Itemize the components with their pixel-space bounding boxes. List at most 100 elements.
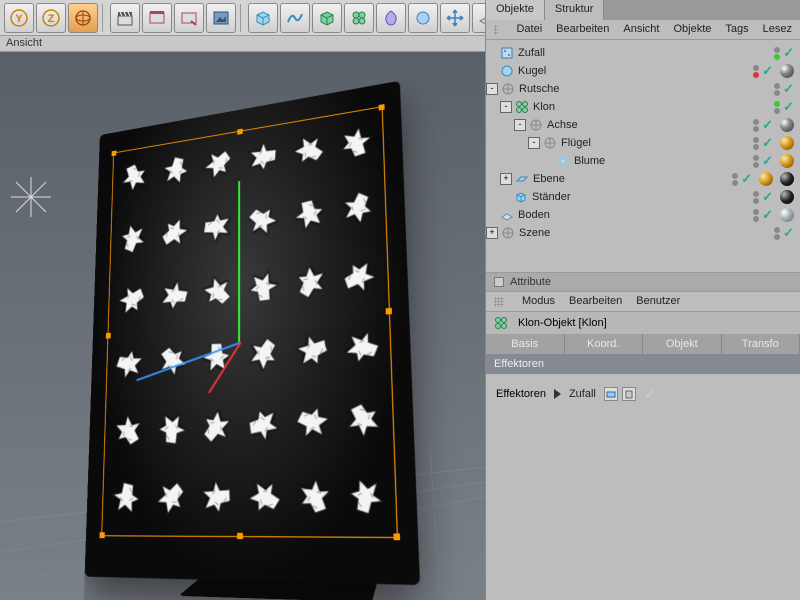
enabled-check-icon[interactable]: ✓ bbox=[762, 153, 773, 169]
viewport[interactable] bbox=[0, 52, 485, 600]
tree-item-label: Rutsche bbox=[519, 83, 559, 95]
menu-lesez[interactable]: Lesez bbox=[763, 23, 792, 36]
separator bbox=[102, 4, 106, 32]
world-button[interactable] bbox=[68, 3, 98, 33]
effector-item[interactable]: Zufall ✓ bbox=[569, 384, 657, 404]
effector-delete-icon[interactable] bbox=[622, 387, 636, 401]
tree-row[interactable]: Zufall✓ bbox=[486, 44, 800, 62]
vis-dots[interactable] bbox=[774, 47, 780, 60]
enabled-check-icon[interactable]: ✓ bbox=[762, 63, 773, 79]
tree-item-label: Blume bbox=[574, 155, 605, 167]
enabled-check-icon[interactable]: ✓ bbox=[783, 81, 794, 97]
effector-body: Effektoren Zufall ✓ bbox=[486, 374, 800, 414]
effector-enabled-check[interactable]: ✓ bbox=[644, 384, 657, 404]
vis-dots[interactable] bbox=[774, 101, 780, 114]
floor-icon bbox=[500, 208, 514, 222]
board-object[interactable] bbox=[85, 81, 421, 586]
tree-row[interactable]: +Ebene✓ bbox=[486, 170, 800, 188]
expander-icon[interactable]: + bbox=[500, 173, 512, 185]
axis-z-button[interactable]: Z bbox=[36, 3, 66, 33]
tree-item-label: Kugel bbox=[518, 65, 546, 77]
enabled-check-icon[interactable]: ✓ bbox=[762, 189, 773, 205]
enabled-check-icon[interactable]: ✓ bbox=[762, 117, 773, 133]
collapse-icon[interactable] bbox=[494, 277, 504, 287]
axis-y-button[interactable]: Y bbox=[4, 3, 34, 33]
clone-shape bbox=[275, 383, 351, 462]
expand-triangle-icon[interactable] bbox=[554, 389, 561, 399]
attr-tab-basis[interactable]: Basis bbox=[486, 334, 565, 354]
tree-row[interactable]: Ständer ✓ bbox=[486, 188, 800, 206]
tree-item-label: Ständer bbox=[532, 191, 571, 203]
attr-tab-koord[interactable]: Koord. bbox=[565, 334, 644, 354]
menu-modus[interactable]: Modus bbox=[522, 295, 555, 308]
expander-icon[interactable]: - bbox=[500, 101, 512, 113]
material-tag[interactable] bbox=[780, 154, 794, 168]
menu-ansicht[interactable]: Ansicht bbox=[623, 23, 659, 36]
mograph-button[interactable] bbox=[344, 3, 374, 33]
nurbs-button[interactable] bbox=[312, 3, 342, 33]
tree-item-label: Szene bbox=[519, 227, 550, 239]
attr-tab-objekt[interactable]: Objekt bbox=[643, 334, 722, 354]
vis-dots[interactable] bbox=[753, 155, 759, 168]
clone-shape bbox=[232, 185, 294, 257]
expander-icon[interactable]: - bbox=[486, 83, 498, 95]
tree-row[interactable]: + Szene ✓ bbox=[486, 224, 800, 242]
plane-icon bbox=[515, 172, 529, 186]
object-tree[interactable]: Zufall✓Kugel✓-Rutsche✓-Klon✓-Achse✓-Flüg… bbox=[486, 40, 800, 272]
tab-structure[interactable]: Struktur bbox=[545, 0, 605, 20]
enabled-check-icon[interactable]: ✓ bbox=[783, 99, 794, 115]
material-tag[interactable] bbox=[759, 172, 773, 186]
menu-objekte[interactable]: Objekte bbox=[673, 23, 711, 36]
spline-button[interactable] bbox=[280, 3, 310, 33]
effector-link-icon[interactable] bbox=[604, 387, 618, 401]
vis-dots[interactable] bbox=[753, 191, 759, 204]
material-tag[interactable] bbox=[780, 190, 794, 204]
menu-bearbeiten2[interactable]: Bearbeiten bbox=[569, 295, 622, 308]
material-tag[interactable] bbox=[780, 64, 794, 78]
tree-row[interactable]: Blume ✓ bbox=[486, 152, 800, 170]
expander-icon[interactable]: + bbox=[486, 227, 498, 239]
enabled-check-icon[interactable]: ✓ bbox=[762, 135, 773, 151]
menu-tags[interactable]: Tags bbox=[725, 23, 748, 36]
tree-row[interactable]: -Flügel✓ bbox=[486, 134, 800, 152]
expander-icon[interactable]: - bbox=[514, 119, 526, 131]
tree-row[interactable]: -Klon✓ bbox=[486, 98, 800, 116]
enabled-check-icon[interactable]: ✓ bbox=[783, 45, 794, 61]
clone-shape bbox=[290, 461, 338, 532]
clone-shape bbox=[116, 147, 153, 207]
clapper-button[interactable] bbox=[110, 3, 140, 33]
menu-benutzer[interactable]: Benutzer bbox=[636, 295, 680, 308]
deformer-button[interactable] bbox=[376, 3, 406, 33]
move-button[interactable] bbox=[440, 3, 470, 33]
expander-icon[interactable]: - bbox=[528, 137, 540, 149]
menu-datei[interactable]: Datei bbox=[516, 23, 542, 36]
attr-tab-transfo[interactable]: Transfo bbox=[722, 334, 800, 354]
enabled-check-icon[interactable]: ✓ bbox=[762, 207, 773, 223]
vis-dots[interactable] bbox=[753, 137, 759, 150]
render-button[interactable] bbox=[142, 3, 172, 33]
vis-dots[interactable] bbox=[753, 209, 759, 222]
tree-row[interactable]: - Rutsche ✓ bbox=[486, 80, 800, 98]
tree-row[interactable]: Kugel ✓ bbox=[486, 62, 800, 80]
material-tag[interactable] bbox=[780, 118, 794, 132]
material-tag[interactable] bbox=[780, 172, 794, 186]
primitive-button[interactable] bbox=[248, 3, 278, 33]
picture-viewer-button[interactable] bbox=[206, 3, 236, 33]
vis-dots[interactable] bbox=[753, 65, 759, 78]
enabled-check-icon[interactable]: ✓ bbox=[783, 225, 794, 241]
vis-dots[interactable] bbox=[732, 173, 738, 186]
tree-row[interactable]: -Achse✓ bbox=[486, 116, 800, 134]
tree-row[interactable]: Boden ✓ bbox=[486, 206, 800, 224]
vis-dots[interactable] bbox=[753, 119, 759, 132]
tab-objects[interactable]: Objekte bbox=[486, 0, 545, 20]
enabled-check-icon[interactable]: ✓ bbox=[741, 171, 752, 187]
vis-dots[interactable] bbox=[774, 227, 780, 240]
menu-bearbeiten[interactable]: Bearbeiten bbox=[556, 23, 609, 36]
scene-button[interactable] bbox=[408, 3, 438, 33]
material-tag[interactable] bbox=[780, 136, 794, 150]
render-region-button[interactable] bbox=[174, 3, 204, 33]
vis-dots[interactable] bbox=[774, 83, 780, 96]
material-tag[interactable] bbox=[780, 208, 794, 222]
tree-item-label: Boden bbox=[518, 209, 550, 221]
objects-menu: Datei Bearbeiten Ansicht Objekte Tags Le… bbox=[486, 20, 800, 40]
